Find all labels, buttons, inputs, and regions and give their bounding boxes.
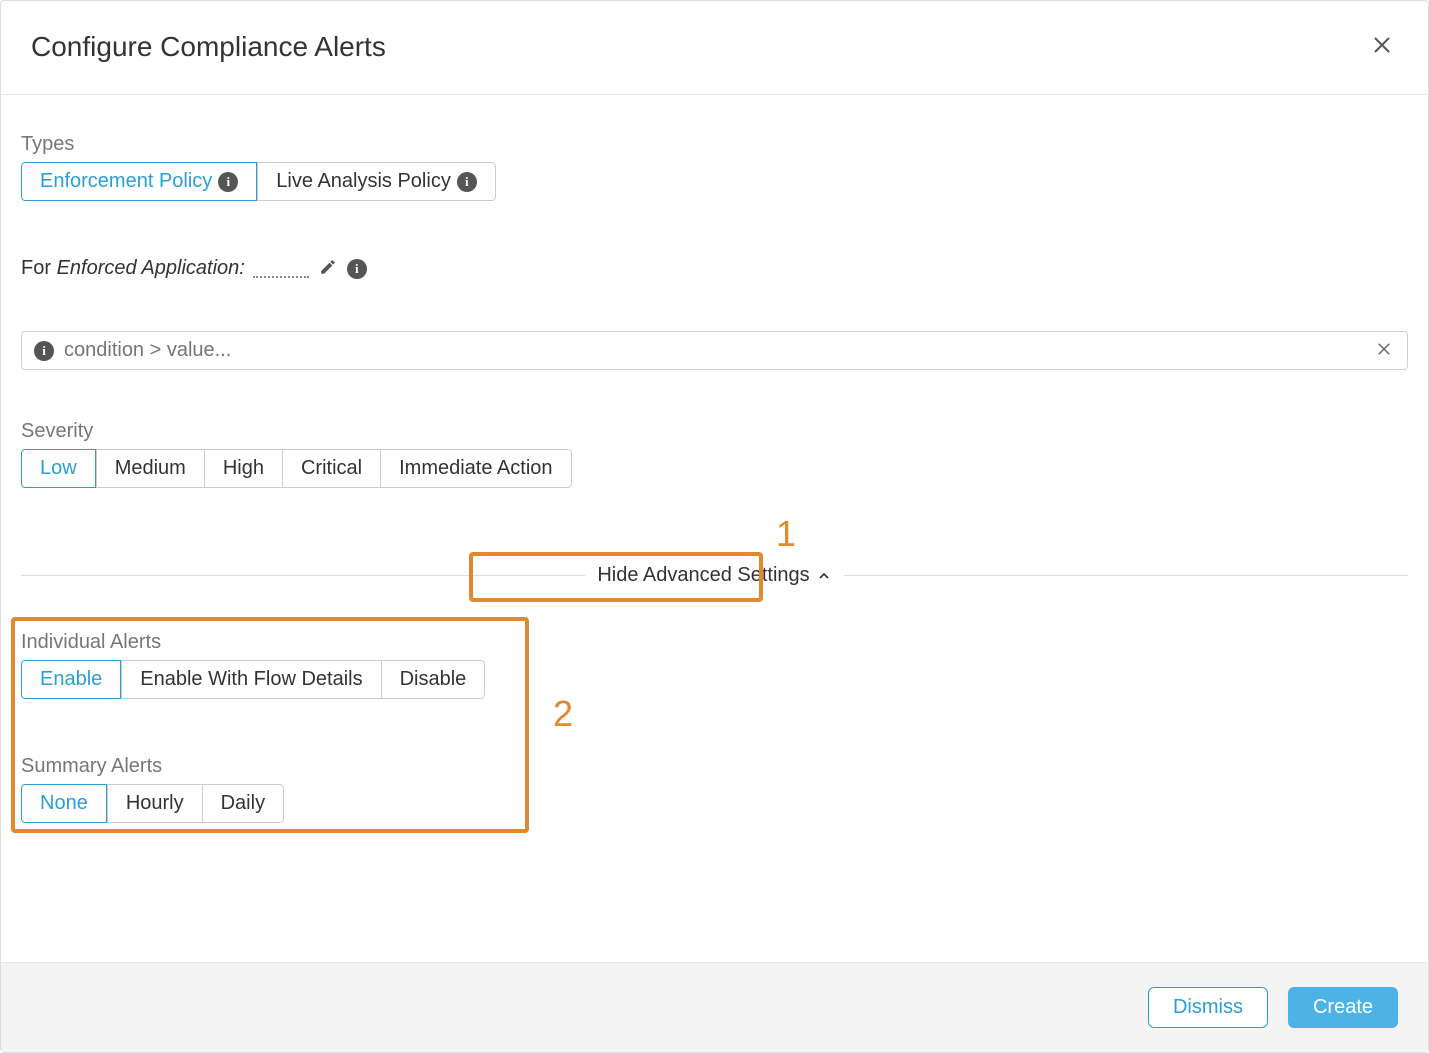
advanced-toggle-label: Hide Advanced Settings bbox=[597, 564, 809, 587]
close-button[interactable] bbox=[1366, 29, 1398, 64]
annotation-number-1: 1 bbox=[776, 513, 796, 555]
condition-input[interactable] bbox=[64, 339, 1363, 362]
severity-high[interactable]: High bbox=[205, 449, 283, 488]
individual-enable-with-flow-details[interactable]: Enable With Flow Details bbox=[121, 660, 381, 699]
application-name-slot[interactable] bbox=[253, 260, 309, 278]
advanced-divider: Hide Advanced Settings bbox=[21, 558, 1408, 593]
severity-medium[interactable]: Medium bbox=[96, 449, 205, 488]
divider-left bbox=[21, 575, 585, 576]
dismiss-button[interactable]: Dismiss bbox=[1148, 987, 1268, 1028]
severity-section: Severity Low Medium High Critical Immedi… bbox=[21, 420, 1408, 488]
summary-alerts-section: Summary Alerts None Hourly Daily bbox=[21, 755, 1408, 823]
clear-condition-button[interactable] bbox=[1373, 338, 1395, 363]
type-live-analysis-policy[interactable]: Live Analysis Policy i bbox=[257, 162, 496, 201]
individual-alerts-label: Individual Alerts bbox=[21, 631, 1408, 654]
info-icon: i bbox=[218, 172, 238, 192]
types-group: Enforcement Policy i Live Analysis Polic… bbox=[21, 162, 496, 201]
for-label: For Enforced Application: bbox=[21, 257, 245, 280]
close-icon bbox=[1370, 33, 1394, 57]
summary-alerts-group: None Hourly Daily bbox=[21, 784, 284, 823]
severity-label: Severity bbox=[21, 420, 1408, 443]
modal-body: Types Enforcement Policy i Live Analysis… bbox=[1, 95, 1428, 883]
type-option-label: Live Analysis Policy bbox=[276, 170, 451, 193]
create-button[interactable]: Create bbox=[1288, 987, 1398, 1028]
individual-disable[interactable]: Disable bbox=[382, 660, 486, 699]
type-option-label: Enforcement Policy bbox=[40, 170, 212, 193]
edit-application-button[interactable] bbox=[317, 256, 339, 281]
individual-enable[interactable]: Enable bbox=[21, 660, 121, 699]
individual-alerts-group: Enable Enable With Flow Details Disable bbox=[21, 660, 485, 699]
types-section: Types Enforcement Policy i Live Analysis… bbox=[21, 133, 1408, 201]
summary-alerts-label: Summary Alerts bbox=[21, 755, 1408, 778]
pencil-icon bbox=[319, 258, 337, 276]
enforced-application-row: For Enforced Application: i bbox=[21, 256, 1408, 281]
severity-group: Low Medium High Critical Immediate Actio… bbox=[21, 449, 572, 488]
summary-daily[interactable]: Daily bbox=[203, 784, 284, 823]
modal-footer: Dismiss Create bbox=[1, 962, 1428, 1052]
modal-header: Configure Compliance Alerts bbox=[1, 1, 1428, 95]
severity-critical[interactable]: Critical bbox=[283, 449, 381, 488]
modal-title: Configure Compliance Alerts bbox=[31, 31, 386, 63]
divider-right bbox=[844, 575, 1408, 576]
condition-input-wrapper[interactable]: i bbox=[21, 331, 1408, 370]
severity-low[interactable]: Low bbox=[21, 449, 96, 488]
info-icon: i bbox=[34, 341, 54, 361]
close-icon bbox=[1375, 340, 1393, 358]
info-icon: i bbox=[457, 172, 477, 192]
info-icon: i bbox=[347, 259, 367, 279]
advanced-settings-block: Individual Alerts Enable Enable With Flo… bbox=[21, 631, 1408, 823]
types-label: Types bbox=[21, 133, 1408, 156]
individual-alerts-section: Individual Alerts Enable Enable With Flo… bbox=[21, 631, 1408, 699]
severity-immediate-action[interactable]: Immediate Action bbox=[381, 449, 571, 488]
summary-hourly[interactable]: Hourly bbox=[107, 784, 203, 823]
type-enforcement-policy[interactable]: Enforcement Policy i bbox=[21, 162, 257, 201]
advanced-settings-toggle[interactable]: Hide Advanced Settings bbox=[585, 558, 843, 593]
summary-none[interactable]: None bbox=[21, 784, 107, 823]
chevron-up-icon bbox=[816, 568, 832, 584]
